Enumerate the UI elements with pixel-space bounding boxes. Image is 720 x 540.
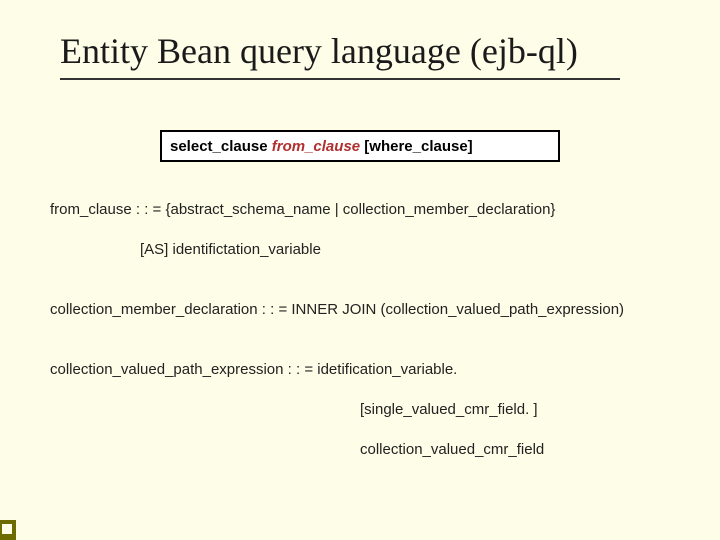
syntax-where: [where_clause] [360, 138, 473, 155]
syntax-text: select_clause from_clause [where_clause] [170, 138, 473, 155]
grammar-line-collection-member: collection_member_declaration : : = INNE… [50, 300, 624, 320]
title-underline [60, 78, 620, 80]
slide-title: Entity Bean query language (ejb-ql) [60, 30, 680, 72]
grammar-line-collection-valued: collection_valued_path_expression : : = … [50, 360, 457, 380]
grammar-line-cmr-field: collection_valued_cmr_field [360, 440, 544, 460]
syntax-select: select_clause [170, 138, 272, 155]
grammar-line-from-clause: from_clause : : = {abstract_schema_name … [50, 200, 555, 220]
slide: Entity Bean query language (ejb-ql) sele… [0, 0, 720, 540]
syntax-from: from_clause [272, 138, 360, 155]
grammar-line-as: [AS] identifictation_variable [140, 240, 321, 260]
syntax-box: select_clause from_clause [where_clause] [160, 130, 560, 162]
grammar-line-single-valued: [single_valued_cmr_field. ] [360, 400, 538, 420]
corner-accent-icon [0, 520, 16, 540]
